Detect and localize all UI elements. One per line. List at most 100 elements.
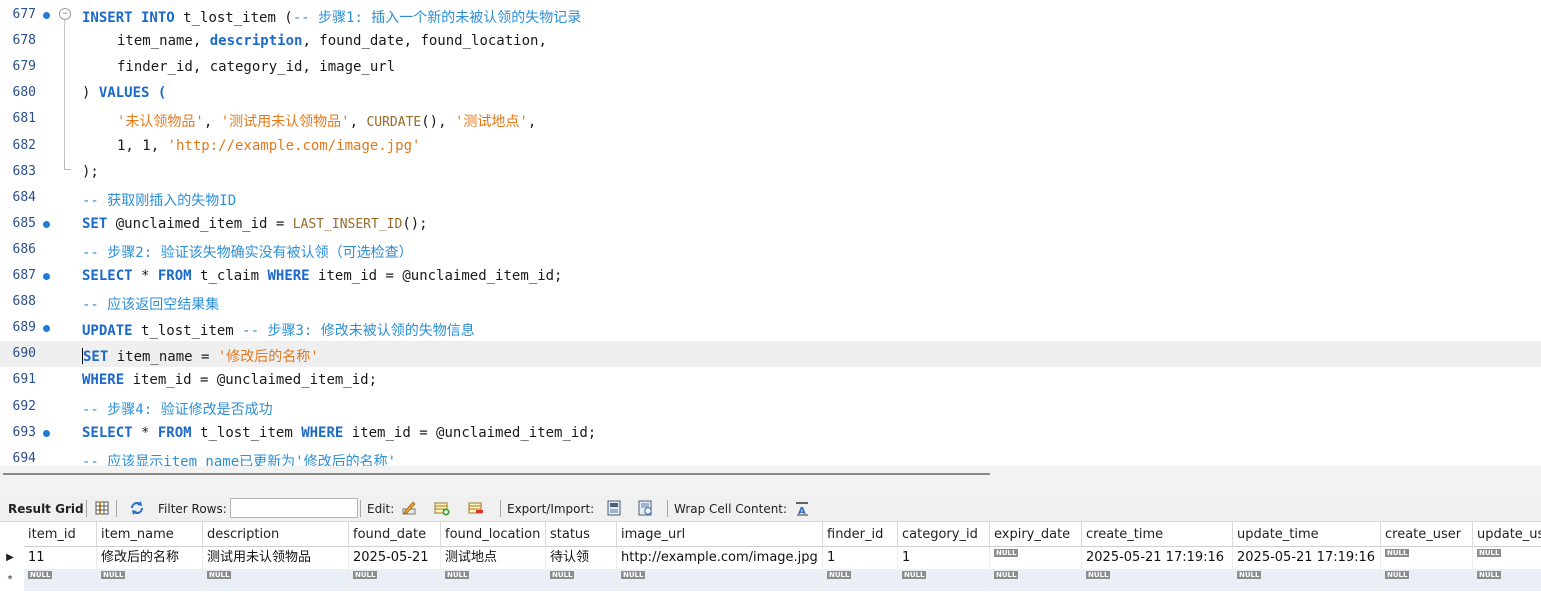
- code-text: );: [82, 164, 99, 180]
- column-header-item_name[interactable]: item_name: [97, 522, 203, 547]
- code-line[interactable]: 683);: [0, 159, 1541, 185]
- table-cell[interactable]: NULL: [203, 569, 349, 591]
- code-token: item_id = @unclaimed_item_id;: [132, 372, 378, 388]
- table-cell[interactable]: NULL: [990, 547, 1082, 569]
- table-cell[interactable]: 待认领: [546, 547, 617, 569]
- table-cell[interactable]: http://example.com/image.jpg: [617, 547, 823, 569]
- column-header-found_location[interactable]: found_location: [441, 522, 546, 547]
- null-badge: NULL: [902, 571, 927, 579]
- table-cell[interactable]: 2025-05-21 17:19:16: [1233, 547, 1381, 569]
- line-number: 686: [12, 242, 36, 257]
- column-header-description[interactable]: description: [203, 522, 349, 547]
- column-header-found_date[interactable]: found_date: [349, 522, 441, 547]
- table-cell[interactable]: NULL: [97, 569, 203, 591]
- import-icon[interactable]: [637, 500, 653, 516]
- filter-rows-input[interactable]: [230, 498, 358, 518]
- panel-splitter[interactable]: [0, 466, 1541, 496]
- code-line[interactable]: 678 item_name, description, found_date, f…: [0, 28, 1541, 54]
- code-line[interactable]: 684 -- 获取刚插入的失物ID: [0, 185, 1541, 211]
- code-line[interactable]: 677 − INSERT INTO t_lost_item (-- 步骤1: 插入一…: [0, 2, 1541, 28]
- row-marker[interactable]: *: [0, 569, 20, 591]
- table-cell[interactable]: 修改后的名称: [97, 547, 203, 569]
- table-cell[interactable]: NULL: [1473, 569, 1541, 591]
- code-text: -- 应该返回空结果集: [82, 294, 219, 314]
- code-token: (),: [421, 114, 455, 130]
- column-header-create_time[interactable]: create_time: [1082, 522, 1233, 547]
- table-cell[interactable]: NULL: [898, 569, 990, 591]
- code-line[interactable]: 681 '未认领物品', '测试用未认领物品', CURDATE(), '测试地点…: [0, 106, 1541, 132]
- column-header-status[interactable]: status: [546, 522, 617, 547]
- wrap-text-icon[interactable]: A: [794, 500, 810, 516]
- table-cell[interactable]: 2025-05-21 17:19:16: [1082, 547, 1233, 569]
- null-badge: NULL: [207, 571, 232, 579]
- null-badge: NULL: [1385, 571, 1410, 579]
- table-cell[interactable]: NULL: [441, 569, 546, 591]
- code-line[interactable]: 686 -- 步骤2: 验证该失物确实没有被认领（可选检查）: [0, 237, 1541, 263]
- code-token: (: [149, 85, 167, 101]
- add-row-icon[interactable]: [434, 500, 450, 516]
- code-line[interactable]: 693 SELECT * FROM t_lost_item WHERE item_…: [0, 420, 1541, 446]
- column-header-category_id[interactable]: category_id: [898, 522, 990, 547]
- code-line[interactable]: 688 -- 应该返回空结果集: [0, 289, 1541, 315]
- edit-pencil-icon[interactable]: [401, 500, 417, 516]
- table-cell[interactable]: NULL: [1473, 547, 1541, 569]
- table-cell[interactable]: 11: [24, 547, 97, 569]
- code-line[interactable]: 692 -- 步骤4: 验证修改是否成功: [0, 394, 1541, 420]
- column-header-image_url[interactable]: image_url: [617, 522, 823, 547]
- result-grid[interactable]: item_id item_name description found_date fou…: [0, 522, 1541, 596]
- table-cell[interactable]: 1: [823, 547, 898, 569]
- table-cell[interactable]: NULL: [990, 569, 1082, 591]
- table-cell[interactable]: NULL: [617, 569, 823, 591]
- code-token: '测试用未认领物品': [220, 114, 350, 130]
- table-cell[interactable]: 测试地点: [441, 547, 546, 569]
- refresh-icon[interactable]: [129, 500, 145, 516]
- code-line[interactable]: 694 -- 应该显示item_name已更新为'修改后的名称': [0, 446, 1541, 466]
- edit-label: Edit:: [367, 502, 395, 516]
- code-line[interactable]: 685 SET @unclaimed_item_id = LAST_INSERT_…: [0, 211, 1541, 237]
- null-badge: NULL: [1086, 571, 1111, 579]
- column-header-item_id[interactable]: item_id: [24, 522, 97, 547]
- table-cell[interactable]: NULL: [1082, 569, 1233, 591]
- code-line[interactable]: 682 1, 1, 'http://example.com/image.jpg': [0, 133, 1541, 159]
- table-cell[interactable]: 测试用未认领物品: [203, 547, 349, 569]
- sql-editor[interactable]: 677− INSERT INTO t_lost_item (-- 步骤1: 插入一…: [0, 0, 1541, 466]
- code-token: t_claim: [200, 268, 268, 284]
- code-line[interactable]: 687 SELECT * FROM t_claim WHERE item_id =…: [0, 263, 1541, 289]
- code-line[interactable]: 690 SET item_name = '修改后的名称': [0, 341, 1541, 367]
- table-cell[interactable]: NULL: [823, 569, 898, 591]
- table-cell[interactable]: NULL: [349, 569, 441, 591]
- code-line[interactable]: 689 UPDATE t_lost_item -- 步骤3: 修改未被认领的失物信…: [0, 315, 1541, 341]
- code-token: WHERE: [267, 268, 319, 284]
- delete-row-icon[interactable]: [468, 500, 484, 516]
- table-cell[interactable]: NULL: [546, 569, 617, 591]
- column-header-update_time[interactable]: update_time: [1233, 522, 1381, 547]
- code-token: -- 步骤2: 验证该失物确实没有被认领（可选检查）: [82, 245, 413, 261]
- table-cell[interactable]: NULL: [1233, 569, 1381, 591]
- column-header-update_us[interactable]: update_us: [1473, 522, 1541, 547]
- table-cell[interactable]: NULL: [24, 569, 97, 591]
- code-text: finder_id, category_id, image_url: [117, 59, 395, 75]
- statement-marker-icon: [43, 325, 50, 332]
- line-number: 678: [12, 33, 36, 48]
- result-grid-tab[interactable]: Result Grid: [8, 502, 84, 516]
- table-cell[interactable]: 2025-05-21: [349, 547, 441, 569]
- fold-collapse-icon[interactable]: −: [59, 8, 71, 20]
- code-token: t_lost_item (: [183, 10, 293, 26]
- code-line[interactable]: 680) VALUES (: [0, 80, 1541, 106]
- column-header-finder_id[interactable]: finder_id: [823, 522, 898, 547]
- code-text: ) VALUES (: [82, 85, 166, 101]
- column-header-expiry_date[interactable]: expiry_date: [990, 522, 1082, 547]
- table-cell[interactable]: 1: [898, 547, 990, 569]
- column-header-create_user[interactable]: create_user: [1381, 522, 1473, 547]
- code-line[interactable]: 679 finder_id, category_id, image_url: [0, 54, 1541, 80]
- export-icon[interactable]: [606, 500, 622, 516]
- code-token: SET: [82, 216, 116, 232]
- editor-horizontal-scrollbar[interactable]: [3, 473, 990, 475]
- code-line[interactable]: 691 WHERE item_id = @unclaimed_item_id;: [0, 367, 1541, 393]
- code-token: '测试地点': [454, 114, 528, 130]
- grid-view-icon[interactable]: [94, 500, 110, 516]
- table-cell[interactable]: NULL: [1381, 547, 1473, 569]
- null-badge: NULL: [621, 571, 646, 579]
- row-marker[interactable]: ▶: [0, 547, 20, 569]
- table-cell[interactable]: NULL: [1381, 569, 1473, 591]
